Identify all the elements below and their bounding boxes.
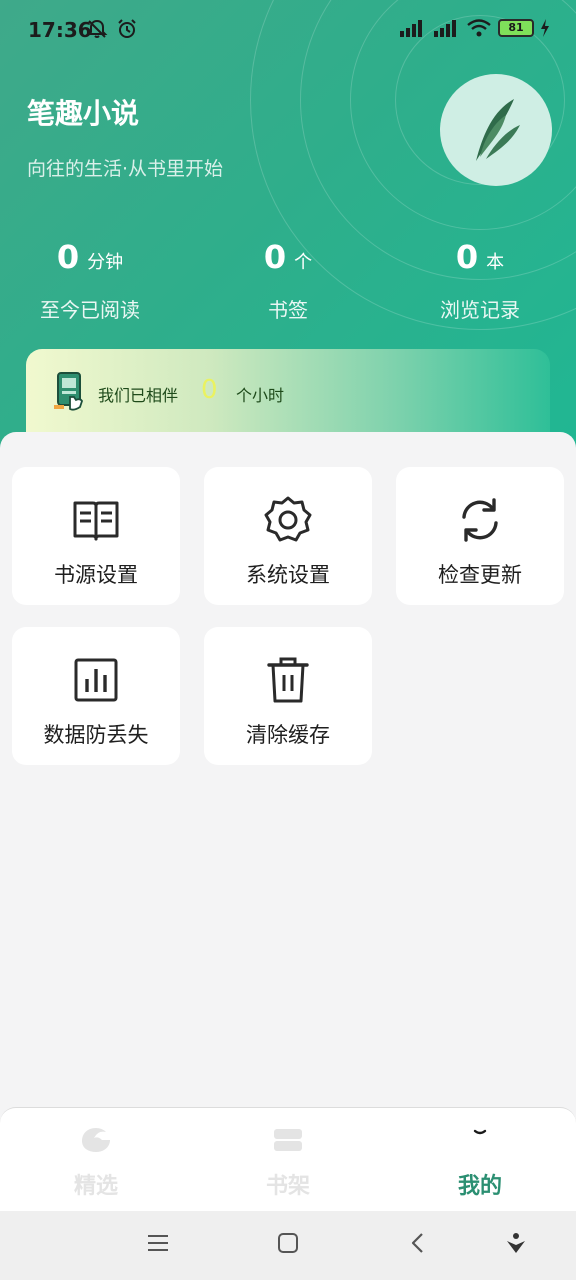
- stat-value: 0: [263, 238, 287, 276]
- tile-label: 检查更新: [438, 563, 522, 587]
- stat-history[interactable]: 0本 浏览记录: [390, 238, 570, 323]
- alarm-icon: [118, 19, 136, 38]
- battery-indicator: 81: [498, 19, 534, 37]
- stat-unit: 本: [486, 252, 505, 273]
- stat-read-time: 0 分钟 至今已阅读: [0, 238, 180, 323]
- profile-icon: [473, 1129, 487, 1135]
- nav-bookshelf[interactable]: 书架: [192, 1108, 384, 1212]
- tile-check-update[interactable]: 检查更新: [396, 467, 564, 605]
- book-open-icon: [73, 501, 119, 541]
- bar-chart-icon: [74, 658, 118, 702]
- charging-icon: [541, 19, 549, 37]
- companion-banner: 我们已相伴 0 个小时: [26, 349, 550, 441]
- home-icon[interactable]: [276, 1231, 300, 1255]
- companion-prefix: 我们已相伴: [98, 386, 179, 405]
- tile-system-settings[interactable]: 系统设置: [204, 467, 372, 605]
- companion-suffix: 个小时: [236, 386, 285, 405]
- refresh-icon: [462, 498, 498, 542]
- gear-icon: [264, 496, 312, 542]
- stat-label: 书签: [268, 298, 308, 322]
- bell-muted-icon: [86, 19, 108, 38]
- nav-featured[interactable]: 精选: [0, 1108, 192, 1212]
- companion-hours: 0: [201, 375, 218, 405]
- bamboo-leaf-icon: [476, 99, 520, 161]
- tile-label: 系统设置: [246, 563, 330, 587]
- stat-value: 0: [455, 238, 479, 276]
- nav-label: 书架: [265, 1174, 310, 1199]
- stat-label: 浏览记录: [440, 298, 520, 322]
- stat-value: 0: [56, 238, 80, 276]
- avatar[interactable]: [440, 74, 552, 186]
- stat-bookmarks[interactable]: 0个 书签: [198, 238, 378, 323]
- nav-profile[interactable]: 我的: [384, 1108, 576, 1212]
- assistant-icon[interactable]: [504, 1231, 528, 1255]
- stat-unit: 分钟: [87, 252, 124, 273]
- phone-reading-icon: [54, 372, 83, 411]
- status-bar: 17:36 81: [0, 0, 576, 60]
- status-time: 17:36: [28, 18, 92, 42]
- trash-icon: [267, 657, 309, 703]
- signal-2-icon: [434, 20, 456, 37]
- app-title: 笔趣小说: [27, 97, 140, 130]
- tile-data-backup[interactable]: 数据防丢失: [12, 627, 180, 765]
- tile-label: 数据防丢失: [43, 723, 149, 747]
- nav-label: 我的: [457, 1174, 502, 1199]
- tile-book-source[interactable]: 书源设置: [12, 467, 180, 605]
- stat-label: 至今已阅读: [40, 298, 140, 322]
- signal-1-icon: [400, 20, 422, 37]
- system-navigation-bar: [0, 1211, 576, 1280]
- tile-clear-cache[interactable]: 清除缓存: [204, 627, 372, 765]
- profile-header: 17:36 81 笔趣小说 向往的生活·从书里开始 0 分钟 至今已阅读 0 个…: [0, 0, 576, 470]
- stat-unit: 个: [294, 252, 313, 273]
- nav-label: 精选: [73, 1174, 118, 1199]
- featured-icon: [82, 1128, 110, 1152]
- tile-label: 书源设置: [54, 563, 138, 587]
- menu-icon[interactable]: [146, 1231, 170, 1255]
- bookshelf-icon: [274, 1129, 302, 1151]
- tile-label: 清除缓存: [246, 723, 330, 747]
- bottom-nav: 精选 书架 我的: [0, 1107, 576, 1211]
- app-subtitle: 向往的生活·从书里开始: [27, 158, 224, 180]
- back-icon[interactable]: [406, 1231, 430, 1255]
- settings-panel: 书源设置 系统设置 检查更新 数据防丢失 清除缓存: [0, 432, 576, 1112]
- wifi-icon: [467, 19, 491, 37]
